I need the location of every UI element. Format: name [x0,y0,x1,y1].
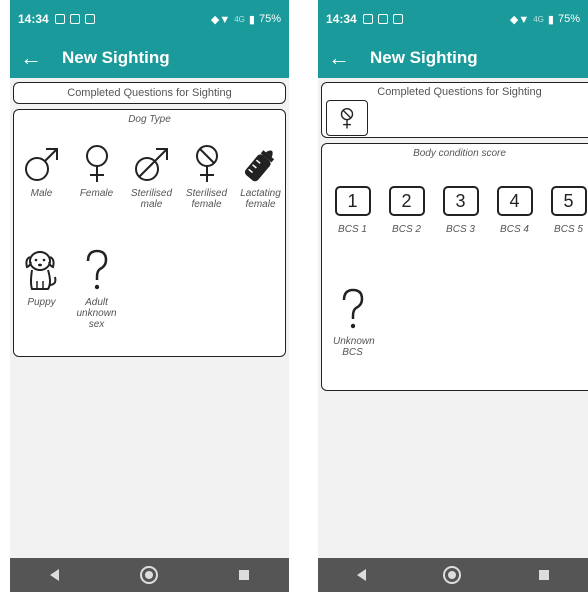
sterilised-male-icon [134,148,168,181]
network-type: 4G [533,14,544,24]
app-notification-icon [69,14,80,24]
page-title: New Sighting [62,48,170,67]
completed-questions-box: Completed Questions for Sighting [321,82,588,138]
option-bcs-2[interactable]: 2 BCS 2 [379,186,434,235]
battery-level: 75% [557,13,580,25]
completed-questions-label: Completed Questions for Sighting [67,87,232,99]
option-label: Female [79,188,114,199]
option-label: BCS 3 [446,224,475,235]
option-label: BCS 4 [500,224,529,235]
bcs-3-box: 3 [442,186,479,216]
dog-type-panel: Dog Type Male Female Sterilised male Ste… [13,109,286,357]
option-label: Unknown BCS [333,336,375,358]
option-label: BCS 5 [554,224,583,235]
status-bar: 14:34 ◆▼ 4G ▮ 75% [318,0,588,38]
bcs-1-box: 1 [334,186,371,216]
calendar-notification-icon [362,14,373,24]
network-type: 4G [234,14,245,24]
option-sterilised-male[interactable]: Sterilised male [124,142,179,210]
panel-title: Body condition score [413,148,506,159]
mail-notification-icon [84,14,95,24]
status-time: 14:34 [18,12,49,26]
nav-home-icon[interactable] [443,566,462,584]
battery-level: 75% [258,13,281,25]
bcs-5-box: 5 [550,186,587,216]
sterilised-female-icon [340,107,354,129]
option-label: Male [30,188,53,199]
app-bar: ← New Sighting [10,38,289,78]
option-bcs-3[interactable]: 3 BCS 3 [433,186,488,235]
status-bar: 14:34 ◆▼ 4G ▮ 75% [10,0,289,38]
question-mark-icon [342,288,363,329]
option-lactating-female[interactable]: Lactating female [233,142,288,210]
screen-body-condition: 14:34 ◆▼ 4G ▮ 75% ← New Sighting Complet… [318,0,588,592]
option-male[interactable]: Male [14,142,69,199]
male-symbol-icon [24,148,58,181]
android-nav-bar [10,558,289,592]
nav-recents-icon[interactable] [539,570,550,580]
status-right: ◆▼ 4G ▮ 75% [510,13,580,26]
option-label: BCS 1 [338,224,367,235]
nav-recents-icon[interactable] [238,570,249,580]
calendar-notification-icon [54,14,65,24]
completed-answer-chip[interactable] [326,100,368,136]
option-unknown-bcs[interactable]: Unknown BCS [325,286,380,358]
screen-dog-type: 14:34 ◆▼ 4G ▮ 75% ← New Sighting Complet… [10,0,289,592]
mail-notification-icon [392,14,403,24]
completed-questions-box: Completed Questions for Sighting [13,82,286,104]
battery-icon: ▮ [248,13,255,26]
android-nav-bar [318,558,588,592]
option-label: Lactating female [240,188,281,210]
nav-back-icon[interactable] [356,569,366,581]
completed-questions-label: Completed Questions for Sighting [377,86,542,98]
status-time: 14:34 [326,12,357,26]
sterilised-female-icon [195,145,218,182]
page-title: New Sighting [370,48,478,67]
option-label: Sterilised male [130,188,173,210]
body-condition-panel: Body condition score 1 BCS 1 2 BCS 2 3 B… [321,143,588,391]
option-label: Puppy [27,297,56,308]
option-female[interactable]: Female [69,142,124,199]
back-arrow-icon[interactable]: ← [328,45,358,71]
option-bcs-4[interactable]: 4 BCS 4 [487,186,542,235]
bcs-2-box: 2 [388,186,425,216]
nav-back-icon[interactable] [50,569,60,581]
app-notification-icon [377,14,388,24]
signal-icon: ◆▼ [509,13,530,26]
panel-title: Dog Type [128,114,171,125]
bcs-4-box: 4 [496,186,533,216]
baby-bottle-icon [244,150,274,182]
back-arrow-icon[interactable]: ← [20,45,50,71]
option-sterilised-female[interactable]: Sterilised female [179,142,234,210]
option-label: Adult unknown sex [76,297,117,330]
option-puppy[interactable]: Puppy [14,247,69,308]
option-bcs-1[interactable]: 1 BCS 1 [325,186,380,235]
nav-home-icon[interactable] [139,566,158,584]
option-label: Sterilised female [185,188,228,210]
female-symbol-icon [85,145,108,182]
option-bcs-5[interactable]: 5 BCS 5 [541,186,588,235]
option-adult-unknown-sex[interactable]: Adult unknown sex [69,247,124,330]
puppy-icon [24,251,56,290]
battery-icon: ▮ [547,13,554,26]
app-bar: ← New Sighting [318,38,588,78]
signal-icon: ◆▼ [210,13,231,26]
question-mark-icon [86,249,107,290]
option-label: BCS 2 [392,224,421,235]
status-right: ◆▼ 4G ▮ 75% [211,13,281,26]
